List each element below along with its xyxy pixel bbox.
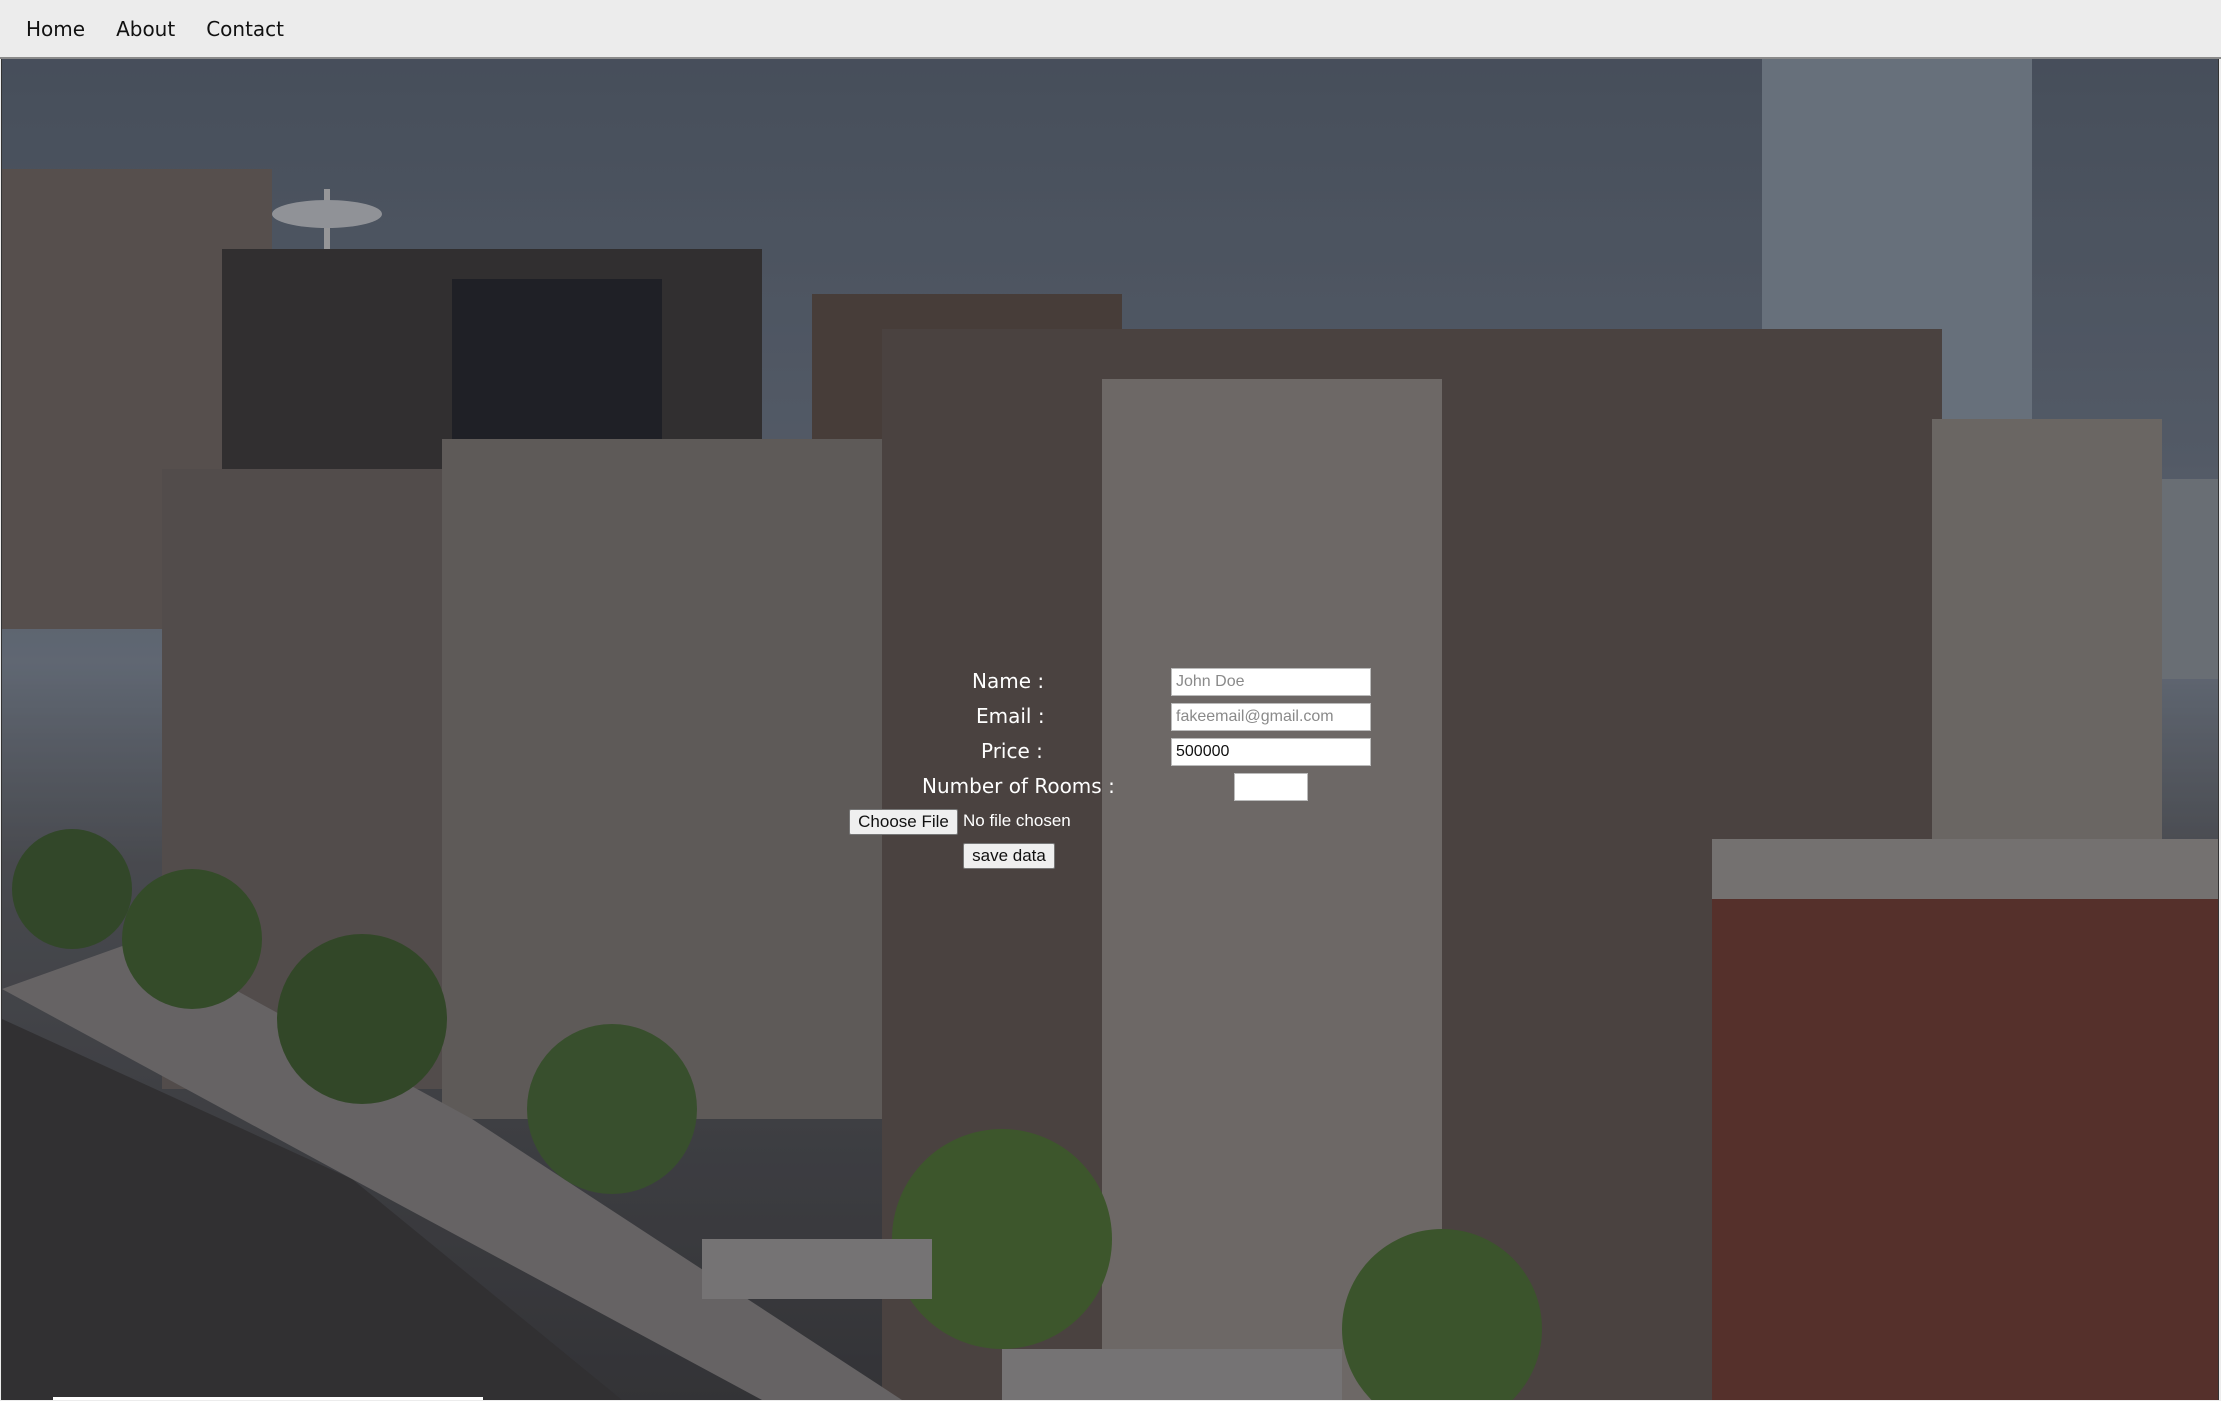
- hero-background: Name : Email : Price : Number of Rooms :…: [1, 59, 2219, 1400]
- name-input[interactable]: [1171, 668, 1371, 696]
- price-input[interactable]: [1171, 738, 1371, 766]
- rooms-input[interactable]: [1234, 773, 1308, 801]
- choose-file-button[interactable]: Choose File: [849, 809, 958, 835]
- email-label: Email :: [976, 704, 1045, 728]
- navbar: Home About Contact: [0, 0, 2221, 59]
- name-label: Name :: [972, 669, 1045, 693]
- file-status-text: No file chosen: [963, 811, 1071, 830]
- price-label: Price :: [981, 739, 1043, 763]
- listing-form: Name : Email : Price : Number of Rooms :…: [2, 59, 2218, 1400]
- save-data-button[interactable]: save data: [963, 843, 1055, 869]
- email-input[interactable]: [1171, 703, 1371, 731]
- nav-contact-link[interactable]: Contact: [206, 17, 284, 41]
- nav-about-link[interactable]: About: [116, 17, 175, 41]
- rooms-label: Number of Rooms :: [922, 774, 1115, 798]
- horizontal-scrollbar[interactable]: [53, 1397, 483, 1400]
- nav-home-link[interactable]: Home: [26, 17, 85, 41]
